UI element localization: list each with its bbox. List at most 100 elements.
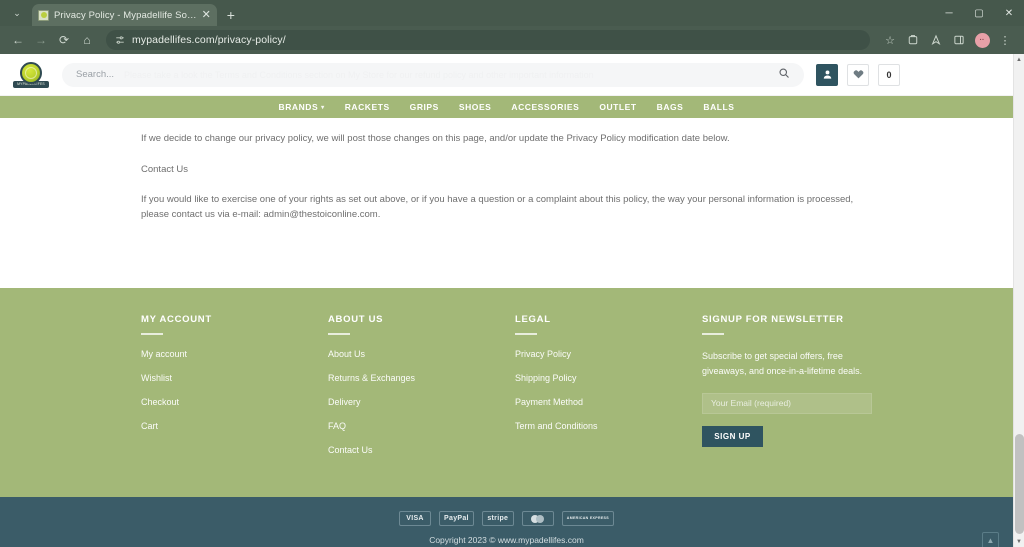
nav-item-balls[interactable]: BALLS bbox=[703, 102, 734, 112]
scroll-to-top-button[interactable]: ▲ bbox=[982, 532, 999, 547]
reload-button[interactable]: ⟳ bbox=[54, 30, 74, 50]
nav-item-shoes[interactable]: SHOES bbox=[459, 102, 492, 112]
site-footer: MY ACCOUNT My account Wishlist Checkout … bbox=[0, 288, 1013, 497]
footer-link-delivery[interactable]: Delivery bbox=[328, 397, 515, 407]
profile-share-icon[interactable] bbox=[925, 30, 947, 50]
footer-column-legal: LEGAL Privacy Policy Shipping Policy Pay… bbox=[515, 314, 702, 469]
account-button[interactable] bbox=[816, 63, 838, 86]
paypal-icon: PayPal bbox=[439, 511, 474, 526]
mastercard-icon bbox=[521, 511, 554, 526]
side-panel-icon[interactable] bbox=[948, 30, 970, 50]
site-logo[interactable]: MYPADELLIFES bbox=[12, 59, 50, 91]
nav-label: BRANDS bbox=[278, 102, 319, 112]
newsletter-heading: SIGNUP FOR NEWSLETTER bbox=[702, 314, 844, 325]
menu-icon[interactable]: ⋮ bbox=[994, 30, 1016, 50]
footer-link-faq[interactable]: FAQ bbox=[328, 421, 515, 431]
visa-label: VISA bbox=[406, 515, 424, 522]
address-bar[interactable]: mypadellifes.com/privacy-policy/ bbox=[106, 30, 870, 50]
arrow-up-icon: ▲ bbox=[986, 536, 995, 545]
copyright-text: Copyright 2023 © www.mypadellifes.com bbox=[429, 535, 584, 545]
home-button[interactable]: ⌂ bbox=[77, 30, 97, 50]
main-navigation: BRANDS ▾ RACKETS GRIPS SHOES ACCESSORIES… bbox=[0, 96, 1013, 118]
heading-rule bbox=[328, 333, 350, 335]
browser-toolbar: ← → ⟳ ⌂ mypadellifes.com/privacy-policy/… bbox=[0, 26, 1024, 54]
maximize-icon[interactable]: ▢ bbox=[964, 0, 994, 26]
footer-link-contact-us[interactable]: Contact Us bbox=[328, 445, 515, 455]
url-text: mypadellifes.com/privacy-policy/ bbox=[132, 34, 286, 46]
forward-button[interactable]: → bbox=[31, 30, 51, 50]
scrollbar-down-arrow[interactable]: ▼ bbox=[1014, 536, 1024, 547]
account-avatar[interactable]: ·· bbox=[971, 30, 993, 50]
browser-tab[interactable]: Privacy Policy - Mypadellife So… ✕ bbox=[32, 4, 217, 26]
window-close-icon[interactable]: ✕ bbox=[994, 0, 1024, 26]
footer-link-checkout[interactable]: Checkout bbox=[141, 397, 328, 407]
signup-button-label: SIGN UP bbox=[714, 431, 751, 441]
nav-item-outlet[interactable]: OUTLET bbox=[599, 102, 636, 112]
extensions-icon[interactable] bbox=[902, 30, 924, 50]
chevron-down-icon: ⌄ bbox=[13, 7, 21, 18]
back-button[interactable]: ← bbox=[8, 30, 28, 50]
page-scrollbar[interactable]: ▲ ▼ bbox=[1013, 54, 1024, 547]
footer-link-my-account[interactable]: My account bbox=[141, 349, 328, 359]
stripe-icon: stripe bbox=[481, 511, 514, 526]
cart-count: 0 bbox=[886, 69, 892, 80]
nav-item-grips[interactable]: GRIPS bbox=[410, 102, 439, 112]
footer-link-returns-exchanges[interactable]: Returns & Exchanges bbox=[328, 373, 515, 383]
newsletter-description: Subscribe to get special offers, free gi… bbox=[702, 351, 863, 376]
footer-link-shipping-policy[interactable]: Shipping Policy bbox=[515, 373, 702, 383]
tab-search-button[interactable]: ⌄ bbox=[4, 2, 30, 24]
new-tab-button[interactable]: + bbox=[227, 7, 235, 23]
search-label: Search... bbox=[76, 69, 115, 80]
logo-ball-icon bbox=[20, 61, 42, 84]
contact-us-heading: Contact Us bbox=[141, 163, 188, 175]
paypal-label: PayPal bbox=[444, 515, 469, 522]
footer-link-cart[interactable]: Cart bbox=[141, 421, 328, 431]
scrollbar-thumb[interactable] bbox=[1015, 434, 1024, 534]
close-icon[interactable]: ✕ bbox=[202, 9, 211, 21]
search-input[interactable]: Please take a look the Terms and Conditi… bbox=[124, 70, 768, 80]
chevron-down-icon: ▾ bbox=[321, 104, 325, 111]
visa-icon: VISA bbox=[399, 511, 432, 526]
footer-column-about-us: ABOUT US About Us Returns & Exchanges De… bbox=[328, 314, 515, 469]
amex-label: AMERICAN EXPRESS bbox=[566, 515, 609, 520]
cart-button[interactable]: 0 bbox=[878, 63, 900, 86]
footer-column-my-account: MY ACCOUNT My account Wishlist Checkout … bbox=[141, 314, 328, 469]
stripe-label: stripe bbox=[487, 515, 509, 522]
bookmark-star-icon[interactable]: ☆ bbox=[879, 30, 901, 50]
avatar-initials: ·· bbox=[979, 36, 985, 44]
heading-rule bbox=[702, 333, 724, 335]
tab-title: Privacy Policy - Mypadellife So… bbox=[54, 9, 197, 21]
nav-item-brands[interactable]: BRANDS ▾ bbox=[279, 102, 325, 112]
newsletter-email-input[interactable]: Your Email (required) bbox=[702, 392, 872, 414]
footer-heading: MY ACCOUNT bbox=[141, 314, 212, 325]
tune-icon[interactable] bbox=[115, 35, 125, 45]
heading-rule bbox=[515, 333, 537, 335]
footer-heading: ABOUT US bbox=[328, 314, 384, 325]
footer-link-wishlist[interactable]: Wishlist bbox=[141, 373, 328, 383]
scrollbar-up-arrow[interactable]: ▲ bbox=[1014, 54, 1024, 65]
footer-link-about-us[interactable]: About Us bbox=[328, 349, 515, 359]
footer-link-term-and-conditions[interactable]: Term and Conditions bbox=[515, 421, 702, 431]
site-favicon bbox=[38, 9, 49, 21]
nav-item-bags[interactable]: BAGS bbox=[657, 102, 684, 112]
site-header: MYPADELLIFES Search... Please take a loo… bbox=[0, 54, 1013, 96]
nav-item-rackets[interactable]: RACKETS bbox=[345, 102, 390, 112]
search-bar[interactable]: Search... Please take a look the Terms a… bbox=[62, 62, 804, 87]
policy-paragraph-1: If we decide to change our privacy polic… bbox=[141, 133, 730, 144]
wishlist-button[interactable] bbox=[847, 63, 869, 86]
footer-link-privacy-policy[interactable]: Privacy Policy bbox=[515, 349, 702, 359]
search-icon[interactable] bbox=[778, 67, 790, 82]
policy-paragraph-2: If you would like to exercise one of you… bbox=[141, 194, 854, 221]
bottom-bar: VISA PayPal stripe AMERICAN EXPRESS Copy… bbox=[0, 497, 1013, 547]
heading-rule bbox=[141, 333, 163, 335]
page-viewport: MYPADELLIFES Search... Please take a loo… bbox=[0, 54, 1013, 547]
signup-button[interactable]: SIGN UP bbox=[702, 425, 763, 447]
window-controls: ─ ▢ ✕ bbox=[934, 0, 1024, 26]
nav-item-accessories[interactable]: ACCESSORIES bbox=[511, 102, 579, 112]
email-placeholder: Your Email (required) bbox=[711, 398, 791, 409]
toolbar-icons: ☆ ·· ⋮ bbox=[879, 30, 1016, 50]
browser-window: ⌄ Privacy Policy - Mypadellife So… ✕ + ─… bbox=[0, 0, 1024, 547]
footer-link-payment-method[interactable]: Payment Method bbox=[515, 397, 702, 407]
minimize-icon[interactable]: ─ bbox=[934, 0, 964, 26]
tab-strip: ⌄ Privacy Policy - Mypadellife So… ✕ + ─… bbox=[0, 0, 1024, 26]
